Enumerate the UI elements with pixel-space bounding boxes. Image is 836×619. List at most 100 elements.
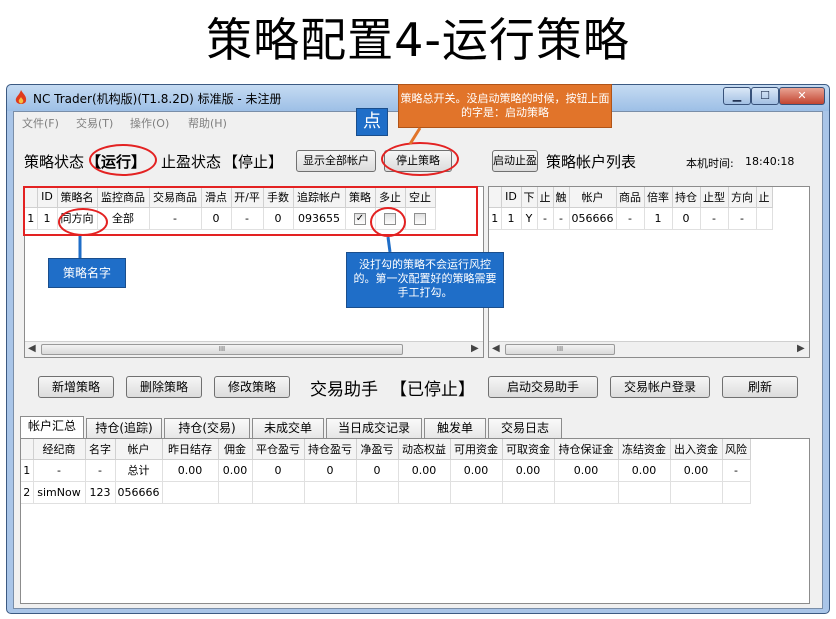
local-time-value: 18:40:18 (745, 155, 795, 168)
col-risk: 风险 (722, 439, 751, 460)
menu-operate[interactable]: 操作(O) (130, 115, 169, 131)
summary-cell (218, 481, 253, 504)
add-strategy-button[interactable]: 新增策略 (38, 376, 114, 398)
summary-cell: 0.00 (554, 459, 619, 482)
col-dynamic-equity: 动态权益 (398, 439, 451, 460)
cell-stop-type: - (700, 207, 729, 230)
table-row[interactable]: 2 simNow 123 056666 (21, 481, 751, 504)
col-extra: 止 (756, 187, 773, 208)
summary-cell: 0.00 (162, 459, 219, 482)
maximize-button[interactable]: ☐ (751, 87, 779, 105)
tab-position-tracking[interactable]: 持仓(追踪) (86, 418, 162, 438)
strategy-table-scrollbar[interactable]: ◀ III ▶ (25, 341, 483, 357)
highlight-ring-strategy-status (89, 144, 157, 176)
cell-stop: - (537, 207, 554, 230)
account-summary-panel: 经纪商 名字 帐户 昨日结存 佣金 平仓盈亏 持仓盈亏 净盈亏 动态权益 可用资… (20, 438, 810, 604)
account-summary-table: 经纪商 名字 帐户 昨日结存 佣金 平仓盈亏 持仓盈亏 净盈亏 动态权益 可用资… (21, 439, 751, 504)
scroll-left-icon[interactable]: ◀ (492, 343, 500, 354)
summary-cell: 0.00 (450, 459, 503, 482)
summary-cell (398, 481, 451, 504)
account-table-panel: ID 下 止 触 帐户 商品 倍率 持仓 止型 方向 止 1 1 Y - - 0… (488, 186, 810, 358)
start-takeprofit-button[interactable]: 启动止盈 (492, 150, 538, 172)
col-prev-balance: 昨日结存 (162, 439, 219, 460)
cell-ratio: 1 (644, 207, 673, 230)
summary-cell: 2 (21, 481, 34, 504)
summary-cell: 0 (304, 459, 357, 482)
scroll-right-icon[interactable]: ▶ (471, 343, 479, 354)
tab-trade-log[interactable]: 交易日志 (488, 418, 562, 438)
col-index (21, 439, 34, 460)
cell-account: 056666 (569, 207, 617, 230)
col-margin: 持仓保证金 (554, 439, 619, 460)
tab-trigger-orders[interactable]: 触发单 (424, 418, 486, 438)
summary-cell: 0.00 (502, 459, 555, 482)
modify-strategy-button[interactable]: 修改策略 (214, 376, 290, 398)
checkbox-note-callout: 没打勾的策略不会运行风控的。第一次配置好的策略需要手工打勾。 (346, 252, 504, 308)
tab-daily-trades[interactable]: 当日成交记录 (326, 418, 422, 438)
col-down: 下 (521, 187, 538, 208)
scroll-left-icon[interactable]: ◀ (28, 343, 36, 354)
summary-cell (356, 481, 399, 504)
table-row[interactable]: 1 - - 总计 0.00 0.00 0 0 0 0.00 0.00 0.00 … (21, 459, 751, 482)
trade-account-login-button[interactable]: 交易帐户登录 (610, 376, 710, 398)
col-available-funds: 可用资金 (450, 439, 503, 460)
col-deposit-withdraw: 出入资金 (670, 439, 723, 460)
summary-cell (304, 481, 357, 504)
highlight-box-strategy-row (23, 186, 478, 236)
summary-cell: - (722, 459, 751, 482)
tab-pending-orders[interactable]: 未成交单 (252, 418, 324, 438)
summary-cell: 0 (356, 459, 399, 482)
summary-cell: 0 (252, 459, 305, 482)
delete-strategy-button[interactable]: 删除策略 (126, 376, 202, 398)
summary-table-header: 经纪商 名字 帐户 昨日结存 佣金 平仓盈亏 持仓盈亏 净盈亏 动态权益 可用资… (21, 439, 751, 460)
table-row[interactable]: 1 1 Y - - 056666 - 1 0 - - (489, 207, 773, 230)
refresh-button[interactable]: 刷新 (722, 376, 798, 398)
account-table-scrollbar[interactable]: ◀ III ▶ (489, 341, 809, 357)
close-button[interactable]: ✕ (779, 87, 825, 105)
cell-product: - (616, 207, 645, 230)
scroll-thumb[interactable]: III (505, 344, 615, 355)
account-table: ID 下 止 触 帐户 商品 倍率 持仓 止型 方向 止 1 1 Y - - 0… (489, 187, 773, 230)
summary-cell (722, 481, 751, 504)
switch-note-callout: 策略总开关。没启动策略的时候，按钮上面的字是：启动策略 (398, 84, 612, 128)
flame-icon (15, 90, 27, 104)
scroll-thumb[interactable]: III (41, 344, 403, 355)
col-close-pnl: 平仓盈亏 (252, 439, 305, 460)
summary-cell: 总计 (115, 459, 163, 482)
summary-cell: 0.00 (670, 459, 723, 482)
summary-cell: 0.00 (218, 459, 253, 482)
col-account: 帐户 (569, 187, 617, 208)
summary-cell (554, 481, 619, 504)
tab-account-summary[interactable]: 帐户汇总 (20, 416, 84, 438)
account-table-header: ID 下 止 触 帐户 商品 倍率 持仓 止型 方向 止 (489, 187, 773, 208)
cell-trigger: - (553, 207, 570, 230)
tab-position-trading[interactable]: 持仓(交易) (164, 418, 250, 438)
summary-cell (162, 481, 219, 504)
summary-cell: 1 (21, 459, 34, 482)
cell-position: 0 (672, 207, 701, 230)
scroll-right-icon[interactable]: ▶ (797, 343, 805, 354)
summary-cell (502, 481, 555, 504)
menu-help[interactable]: 帮助(H) (188, 115, 227, 131)
col-id: ID (501, 187, 522, 208)
col-position-pnl: 持仓盈亏 (304, 439, 357, 460)
cell-down: Y (521, 207, 538, 230)
summary-cell: 056666 (115, 481, 163, 504)
start-trade-assistant-button[interactable]: 启动交易助手 (488, 376, 598, 398)
minimize-button[interactable]: ▁ (723, 87, 751, 105)
menu-trade[interactable]: 交易(T) (76, 115, 113, 131)
trade-assistant-label: 交易助手 (310, 380, 378, 400)
slide-title: 策略配置4-运行策略 (206, 13, 630, 67)
summary-cell (618, 481, 671, 504)
cell-extra (756, 207, 773, 230)
show-all-accounts-button[interactable]: 显示全部帐户 (296, 150, 376, 172)
col-commission: 佣金 (218, 439, 253, 460)
col-index (489, 187, 502, 208)
col-account: 帐户 (115, 439, 163, 460)
window-title: NC Trader(机构版)(T1.8.2D) 标准版 - 未注册 (33, 92, 282, 106)
takeprofit-status-value: 【停止】 (223, 153, 284, 171)
menu-file[interactable]: 文件(F) (22, 115, 59, 131)
col-stop-type: 止型 (700, 187, 729, 208)
strategy-status-label: 策略状态 (24, 153, 85, 171)
col-product: 商品 (616, 187, 645, 208)
